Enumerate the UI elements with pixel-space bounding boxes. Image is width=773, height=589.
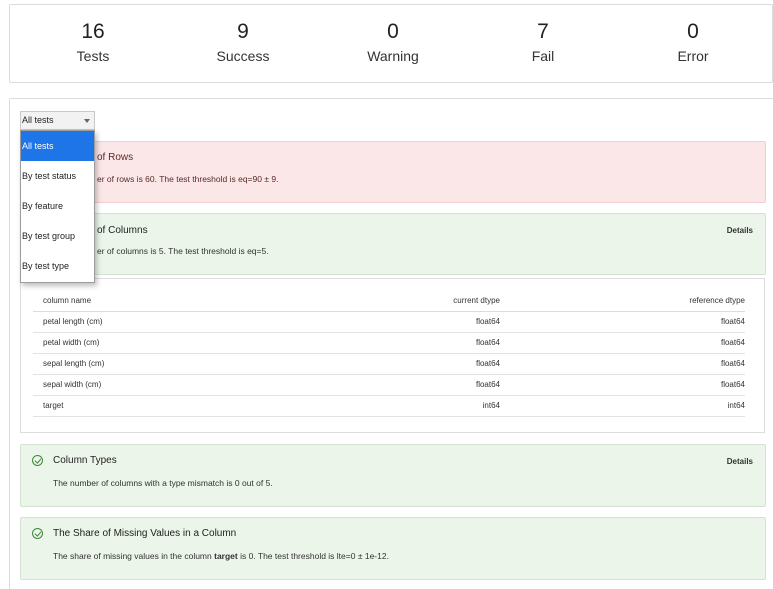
col-header-current: current dtype bbox=[230, 290, 500, 312]
test-description: The share of missing values in the colum… bbox=[53, 551, 389, 561]
stat-error-label: Error bbox=[677, 48, 709, 64]
test-title: The Share of Missing Values in a Column bbox=[53, 528, 237, 539]
filter-dropdown-menu: All tests By test status By feature By t… bbox=[20, 130, 95, 283]
test-summary-bar: 16 Tests 9 Success 0 Warning 7 Fail 0 Er… bbox=[9, 4, 773, 83]
stat-tests: 16 Tests bbox=[18, 19, 168, 66]
stat-fail: 7 Fail bbox=[468, 19, 618, 66]
cell-column-name: petal length (cm) bbox=[33, 311, 230, 333]
option-by-test-group[interactable]: By test group bbox=[21, 221, 94, 251]
stat-success-value: 9 bbox=[237, 20, 249, 43]
description-suffix: is 0. The test threshold is lte=0 ± 1e-1… bbox=[237, 551, 389, 561]
cell-reference-dtype: float64 bbox=[500, 332, 745, 354]
cell-reference-dtype: float64 bbox=[500, 374, 745, 396]
cell-column-name: target bbox=[33, 395, 230, 417]
check-circle-icon bbox=[32, 528, 43, 539]
cell-current-dtype: float64 bbox=[230, 332, 500, 354]
test-card-missing-values: The Share of Missing Values in a Column … bbox=[20, 517, 766, 580]
stat-success-label: Success bbox=[216, 48, 270, 64]
test-description: er of rows is 60. The test threshold is … bbox=[97, 174, 279, 184]
stat-error: 0 Error bbox=[618, 19, 768, 66]
description-column: target bbox=[214, 551, 238, 561]
stat-tests-value: 16 bbox=[81, 20, 105, 43]
test-filter-select[interactable]: All tests bbox=[20, 111, 95, 130]
cell-reference-dtype: float64 bbox=[500, 311, 745, 333]
table-row: sepal width (cm) float64 float64 bbox=[33, 374, 745, 396]
stat-warning: 0 Warning bbox=[318, 19, 468, 66]
cell-reference-dtype: float64 bbox=[500, 353, 745, 375]
col-header-reference: reference dtype bbox=[500, 290, 745, 312]
test-description: The number of columns with a type mismat… bbox=[53, 478, 273, 488]
stat-warning-label: Warning bbox=[367, 48, 419, 64]
table-row: sepal length (cm) float64 float64 bbox=[33, 353, 745, 375]
table-row: target int64 int64 bbox=[33, 395, 745, 417]
dtype-table: column name current dtype reference dtyp… bbox=[33, 290, 745, 417]
stat-fail-label: Fail bbox=[531, 48, 555, 64]
stat-tests-label: Tests bbox=[76, 48, 110, 64]
cell-column-name: sepal length (cm) bbox=[33, 353, 230, 375]
test-title: of Columns bbox=[97, 225, 148, 236]
stat-success: 9 Success bbox=[168, 19, 318, 66]
cell-current-dtype: float64 bbox=[230, 353, 500, 375]
cell-current-dtype: float64 bbox=[230, 311, 500, 333]
option-by-feature[interactable]: By feature bbox=[21, 191, 94, 221]
test-title: of Rows bbox=[97, 152, 134, 163]
details-button[interactable]: Details bbox=[727, 226, 753, 235]
option-by-test-type[interactable]: By test type bbox=[21, 251, 94, 281]
stat-warning-value: 0 bbox=[387, 20, 399, 43]
cell-current-dtype: int64 bbox=[230, 395, 500, 417]
table-row: petal width (cm) float64 float64 bbox=[33, 332, 745, 354]
option-all-tests[interactable]: All tests bbox=[21, 131, 94, 161]
stat-error-value: 0 bbox=[687, 20, 699, 43]
cell-current-dtype: float64 bbox=[230, 374, 500, 396]
test-card-column-types: Column Types The number of columns with … bbox=[20, 444, 766, 507]
test-card-columns: of Columns er of columns is 5. The test … bbox=[20, 213, 766, 275]
description-prefix: The share of missing values in the colum… bbox=[53, 551, 215, 561]
cell-column-name: petal width (cm) bbox=[33, 332, 230, 354]
test-title: Column Types bbox=[53, 455, 117, 466]
check-circle-icon bbox=[32, 455, 43, 466]
cell-column-name: sepal width (cm) bbox=[33, 374, 230, 396]
option-by-test-status[interactable]: By test status bbox=[21, 161, 94, 191]
table-header-row: column name current dtype reference dtyp… bbox=[33, 290, 745, 312]
chevron-down-icon bbox=[84, 119, 90, 123]
select-value: All tests bbox=[22, 115, 54, 125]
cell-reference-dtype: int64 bbox=[500, 395, 745, 417]
test-card-rows: of Rows er of rows is 60. The test thres… bbox=[20, 141, 766, 203]
details-table-panel: column name current dtype reference dtyp… bbox=[20, 278, 765, 433]
col-header-name: column name bbox=[33, 290, 230, 312]
table-row: petal length (cm) float64 float64 bbox=[33, 311, 745, 333]
details-button[interactable]: Details bbox=[727, 457, 753, 466]
stat-fail-value: 7 bbox=[537, 20, 549, 43]
test-description: er of columns is 5. The test threshold i… bbox=[97, 246, 269, 256]
